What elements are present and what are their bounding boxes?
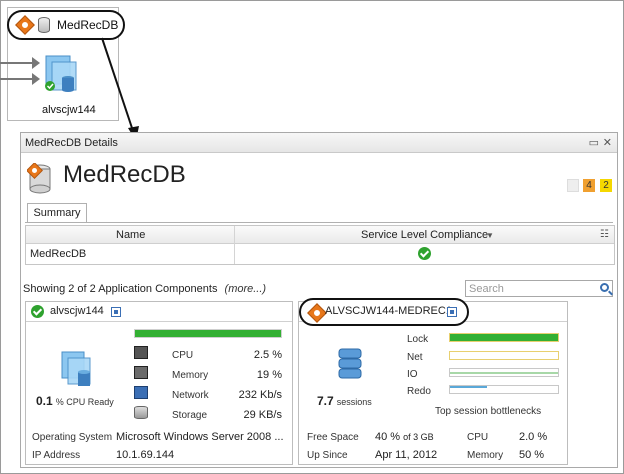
bottleneck-caption: Top session bottlenecks [435,406,542,417]
metric-value-cpu: 2.5 % [253,349,282,361]
metric-label-cpu: CPU [172,350,194,361]
os-value: Microsoft Windows Server 2008 ... [116,431,284,443]
severity-badge-yellow[interactable]: 2 [600,179,612,192]
free-space-label: Free Space [307,432,359,443]
table-row[interactable]: MedRecDB [26,244,614,264]
bottleneck-label-redo: Redo [407,386,431,397]
column-header-slc[interactable]: Service Level Compliance [361,229,488,241]
database-title-callout[interactable]: ALVSCJW144-MEDREC1 [299,298,469,326]
cpu-chip-icon [134,346,148,359]
bottleneck-label-net: Net [407,352,423,363]
column-header-name[interactable]: Name [116,229,145,241]
metric-label-storage: Storage [172,410,208,421]
database-card-title: ALVSCJW144-MEDREC1 [325,305,452,317]
cpu-ready-bar-fill [135,330,281,337]
bottleneck-bar-redo [449,385,559,394]
alarm-icon [307,303,327,323]
summary-grid: Name Service Level Compliance ▼ ☷ MedRec… [25,225,615,265]
bottleneck-bar-io [449,368,559,377]
drilldown-icon[interactable] [111,307,121,317]
severity-badge-empty [567,179,579,192]
storage-icon [134,406,148,419]
db-memory-value: 50 % [519,449,545,461]
os-label: Operating System [32,432,113,443]
ip-label: IP Address [32,450,81,461]
compliance-ok-icon [418,247,431,260]
metric-label-network: Network [172,390,209,401]
column-menu-icon[interactable]: ☷ [600,229,609,240]
network-icon [134,386,148,399]
sessions-label: sessions [336,397,372,407]
up-since-value: Apr 11, 2012 [375,449,438,461]
page-title: MedRecDB [63,161,186,188]
search-input[interactable]: Search [465,280,613,297]
free-space-suffix: of 3 GB [403,432,434,442]
bottleneck-label-lock: Lock [407,334,429,345]
sessions-readout: 7.7 sessions [317,394,372,408]
sort-arrow-icon[interactable]: ▼ [486,231,494,240]
drilldown-icon[interactable] [447,307,457,317]
bottleneck-bar-lock [449,333,559,342]
memory-icon [134,366,148,379]
close-icon[interactable]: ✕ [603,136,612,149]
free-space-readout: 40 % of 3 GB [375,431,434,443]
db-cpu-label: CPU [467,432,489,443]
panel-header-title: MedRecDB Details [25,137,118,149]
tab-summary[interactable]: Summary [27,203,87,223]
metric-label-memory: Memory [172,370,209,381]
panel-header: MedRecDB Details ▭ ✕ [21,133,617,153]
host-card-header[interactable]: alvscjw144 [26,302,292,322]
more-link[interactable]: (more...) [225,283,267,295]
host-card-title: alvscjw144 [50,305,104,317]
search-icon[interactable] [600,283,609,292]
cpu-ready-value: 0.1 [36,394,53,408]
row-name: MedRecDB [30,248,87,260]
database-stack-icon [337,346,363,385]
cpu-ready-label: % CPU Ready [55,397,114,407]
metric-value-network: 232 Kb/s [238,389,282,401]
components-count: Showing 2 of 2 Application Components (m… [23,283,266,295]
metric-value-memory: 19 % [256,369,282,381]
severity-badge-orange[interactable]: 4 [583,179,595,192]
status-ok-icon [31,305,44,318]
grid-header: Name Service Level Compliance ▼ ☷ [26,226,614,244]
cpu-ready-bar [134,329,282,338]
host-card: alvscjw144 0.1 % CPU Ready CPU 2.5 % Mem… [25,301,293,465]
showing-text: Showing 2 of 2 Application Components [23,283,218,295]
sessions-value: 7.7 [317,394,334,408]
host-server-icon [60,350,94,391]
bottleneck-label-io: IO [407,369,418,380]
db-cpu-value: 2.0 % [519,431,548,443]
metric-value-storage: 29 KB/s [243,409,282,421]
db-memory-label: Memory [467,450,504,461]
maximize-icon[interactable]: ▭ [589,136,599,149]
ip-value: 10.1.69.144 [116,449,175,461]
up-since-label: Up Since [307,450,348,461]
search-placeholder: Search [469,283,504,295]
cpu-ready-readout: 0.1 % CPU Ready [36,394,114,408]
bottleneck-bar-net [449,351,559,360]
free-space-value: 40 % [375,431,401,443]
tab-divider [25,222,613,223]
database-alarm-icon [26,162,53,194]
